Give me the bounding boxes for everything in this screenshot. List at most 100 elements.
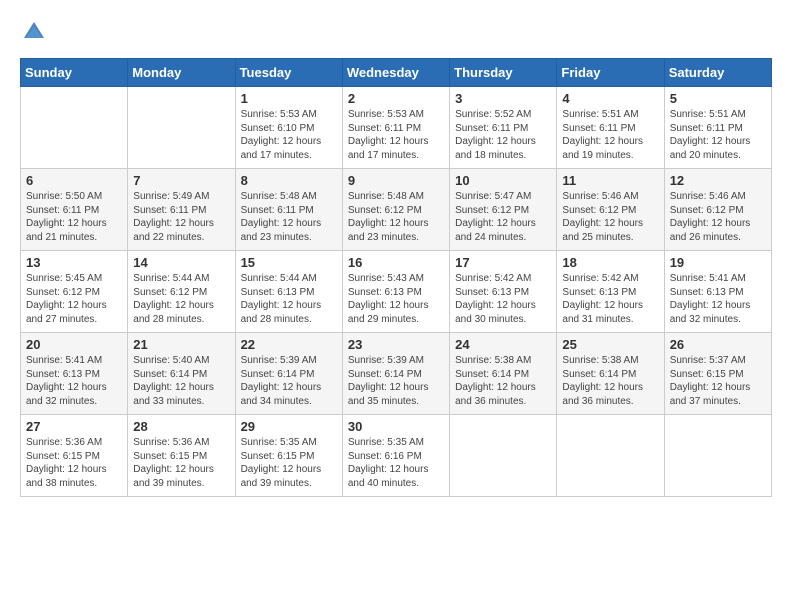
calendar-row-3: 20Sunrise: 5:41 AM Sunset: 6:13 PM Dayli…: [21, 333, 772, 415]
calendar-cell: 12 Sunrise: 5:46 AM Sunset: 6:12 PM Dayli…: [664, 169, 771, 251]
calendar-cell: 22 Sunrise: 5:39 AM Sunset: 6:14 PM Dayli…: [235, 333, 342, 415]
calendar-cell: [128, 87, 235, 169]
day-info: Sunrise: 5:41 AM Sunset: 6:13 PM Dayligh…: [670, 272, 766, 326]
calendar-row-2: 13 Sunrise: 5:45 AM Sunset: 6:12 PM Dayli…: [21, 251, 772, 333]
day-number: 16: [348, 255, 444, 270]
day-info: Sunrise: 5:51 AM Sunset: 6:11 PM Dayligh…: [670, 108, 766, 162]
day-number: 11: [562, 173, 658, 188]
day-info: Sunrise: 5:49 AM Sunset: 6:11 PM Dayligh…: [133, 190, 229, 244]
day-info: Sunrise: 5:35 AM Sunset: 6:15 PM Dayligh…: [241, 436, 337, 490]
calendar-cell: 10 Sunrise: 5:47 AM Sunset: 6:12 PM Dayli…: [450, 169, 557, 251]
day-number: 26: [670, 337, 766, 352]
day-info: Sunrise: 5:53 AM Sunset: 6:11 PM Dayligh…: [348, 108, 444, 162]
weekday-header-tuesday: Tuesday: [235, 59, 342, 87]
calendar-cell: 26Sunrise: 5:37 AM Sunset: 6:15 PM Dayli…: [664, 333, 771, 415]
calendar-cell: 2 Sunrise: 5:53 AM Sunset: 6:11 PM Daylig…: [342, 87, 449, 169]
calendar-cell: 16 Sunrise: 5:43 AM Sunset: 6:13 PM Dayli…: [342, 251, 449, 333]
weekday-header-saturday: Saturday: [664, 59, 771, 87]
day-number: 25: [562, 337, 658, 352]
day-info: Sunrise: 5:47 AM Sunset: 6:12 PM Dayligh…: [455, 190, 551, 244]
logo: [20, 18, 54, 46]
weekday-header-friday: Friday: [557, 59, 664, 87]
day-info: Sunrise: 5:42 AM Sunset: 6:13 PM Dayligh…: [455, 272, 551, 326]
day-number: 6: [26, 173, 122, 188]
day-number: 2: [348, 91, 444, 106]
calendar-row-0: 1Sunrise: 5:53 AM Sunset: 6:10 PM Daylig…: [21, 87, 772, 169]
day-info: Sunrise: 5:39 AM Sunset: 6:14 PM Dayligh…: [241, 354, 337, 408]
day-info: Sunrise: 5:35 AM Sunset: 6:16 PM Dayligh…: [348, 436, 444, 490]
day-info: Sunrise: 5:42 AM Sunset: 6:13 PM Dayligh…: [562, 272, 658, 326]
calendar-cell: 4 Sunrise: 5:51 AM Sunset: 6:11 PM Daylig…: [557, 87, 664, 169]
day-info: Sunrise: 5:46 AM Sunset: 6:12 PM Dayligh…: [670, 190, 766, 244]
calendar-row-4: 27Sunrise: 5:36 AM Sunset: 6:15 PM Dayli…: [21, 415, 772, 497]
calendar-cell: 11 Sunrise: 5:46 AM Sunset: 6:12 PM Dayli…: [557, 169, 664, 251]
day-number: 23: [348, 337, 444, 352]
calendar-cell: 6 Sunrise: 5:50 AM Sunset: 6:11 PM Daylig…: [21, 169, 128, 251]
calendar-table: SundayMondayTuesdayWednesdayThursdayFrid…: [20, 58, 772, 497]
day-number: 10: [455, 173, 551, 188]
calendar-cell: 9 Sunrise: 5:48 AM Sunset: 6:12 PM Daylig…: [342, 169, 449, 251]
day-number: 29: [241, 419, 337, 434]
day-number: 8: [241, 173, 337, 188]
calendar-cell: 19 Sunrise: 5:41 AM Sunset: 6:13 PM Dayli…: [664, 251, 771, 333]
day-number: 22: [241, 337, 337, 352]
day-number: 7: [133, 173, 229, 188]
day-number: 24: [455, 337, 551, 352]
day-number: 13: [26, 255, 122, 270]
day-info: Sunrise: 5:52 AM Sunset: 6:11 PM Dayligh…: [455, 108, 551, 162]
day-info: Sunrise: 5:51 AM Sunset: 6:11 PM Dayligh…: [562, 108, 658, 162]
calendar-cell: 27Sunrise: 5:36 AM Sunset: 6:15 PM Dayli…: [21, 415, 128, 497]
day-info: Sunrise: 5:45 AM Sunset: 6:12 PM Dayligh…: [26, 272, 122, 326]
calendar-cell: 21 Sunrise: 5:40 AM Sunset: 6:14 PM Dayli…: [128, 333, 235, 415]
weekday-header-monday: Monday: [128, 59, 235, 87]
calendar-cell: [450, 415, 557, 497]
day-number: 4: [562, 91, 658, 106]
header: [20, 18, 772, 46]
day-number: 19: [670, 255, 766, 270]
day-number: 3: [455, 91, 551, 106]
day-info: Sunrise: 5:44 AM Sunset: 6:13 PM Dayligh…: [241, 272, 337, 326]
day-info: Sunrise: 5:38 AM Sunset: 6:14 PM Dayligh…: [455, 354, 551, 408]
day-info: Sunrise: 5:36 AM Sunset: 6:15 PM Dayligh…: [26, 436, 122, 490]
day-info: Sunrise: 5:50 AM Sunset: 6:11 PM Dayligh…: [26, 190, 122, 244]
day-number: 15: [241, 255, 337, 270]
day-number: 28: [133, 419, 229, 434]
calendar-cell: 13 Sunrise: 5:45 AM Sunset: 6:12 PM Dayli…: [21, 251, 128, 333]
day-number: 14: [133, 255, 229, 270]
day-info: Sunrise: 5:38 AM Sunset: 6:14 PM Dayligh…: [562, 354, 658, 408]
calendar-cell: 17 Sunrise: 5:42 AM Sunset: 6:13 PM Dayli…: [450, 251, 557, 333]
calendar-cell: 18 Sunrise: 5:42 AM Sunset: 6:13 PM Dayli…: [557, 251, 664, 333]
calendar-cell: 25 Sunrise: 5:38 AM Sunset: 6:14 PM Dayli…: [557, 333, 664, 415]
weekday-header-wednesday: Wednesday: [342, 59, 449, 87]
day-number: 30: [348, 419, 444, 434]
calendar-cell: 24 Sunrise: 5:38 AM Sunset: 6:14 PM Dayli…: [450, 333, 557, 415]
day-number: 12: [670, 173, 766, 188]
day-info: Sunrise: 5:36 AM Sunset: 6:15 PM Dayligh…: [133, 436, 229, 490]
calendar-cell: 28 Sunrise: 5:36 AM Sunset: 6:15 PM Dayli…: [128, 415, 235, 497]
calendar-cell: 20Sunrise: 5:41 AM Sunset: 6:13 PM Dayli…: [21, 333, 128, 415]
day-number: 21: [133, 337, 229, 352]
day-info: Sunrise: 5:44 AM Sunset: 6:12 PM Dayligh…: [133, 272, 229, 326]
calendar-cell: 7 Sunrise: 5:49 AM Sunset: 6:11 PM Daylig…: [128, 169, 235, 251]
day-info: Sunrise: 5:43 AM Sunset: 6:13 PM Dayligh…: [348, 272, 444, 326]
day-number: 9: [348, 173, 444, 188]
calendar-cell: [21, 87, 128, 169]
weekday-header-thursday: Thursday: [450, 59, 557, 87]
calendar-cell: [557, 415, 664, 497]
calendar-cell: 14 Sunrise: 5:44 AM Sunset: 6:12 PM Dayli…: [128, 251, 235, 333]
day-info: Sunrise: 5:41 AM Sunset: 6:13 PM Dayligh…: [26, 354, 122, 408]
calendar-cell: 15 Sunrise: 5:44 AM Sunset: 6:13 PM Dayli…: [235, 251, 342, 333]
day-info: Sunrise: 5:48 AM Sunset: 6:12 PM Dayligh…: [348, 190, 444, 244]
day-number: 18: [562, 255, 658, 270]
calendar-cell: 23 Sunrise: 5:39 AM Sunset: 6:14 PM Dayli…: [342, 333, 449, 415]
calendar-cell: 5Sunrise: 5:51 AM Sunset: 6:11 PM Daylig…: [664, 87, 771, 169]
day-number: 17: [455, 255, 551, 270]
day-number: 1: [241, 91, 337, 106]
logo-icon: [20, 18, 48, 46]
day-info: Sunrise: 5:40 AM Sunset: 6:14 PM Dayligh…: [133, 354, 229, 408]
calendar-cell: 1Sunrise: 5:53 AM Sunset: 6:10 PM Daylig…: [235, 87, 342, 169]
day-info: Sunrise: 5:39 AM Sunset: 6:14 PM Dayligh…: [348, 354, 444, 408]
page: SundayMondayTuesdayWednesdayThursdayFrid…: [0, 0, 792, 612]
calendar-cell: 8Sunrise: 5:48 AM Sunset: 6:11 PM Daylig…: [235, 169, 342, 251]
day-info: Sunrise: 5:46 AM Sunset: 6:12 PM Dayligh…: [562, 190, 658, 244]
